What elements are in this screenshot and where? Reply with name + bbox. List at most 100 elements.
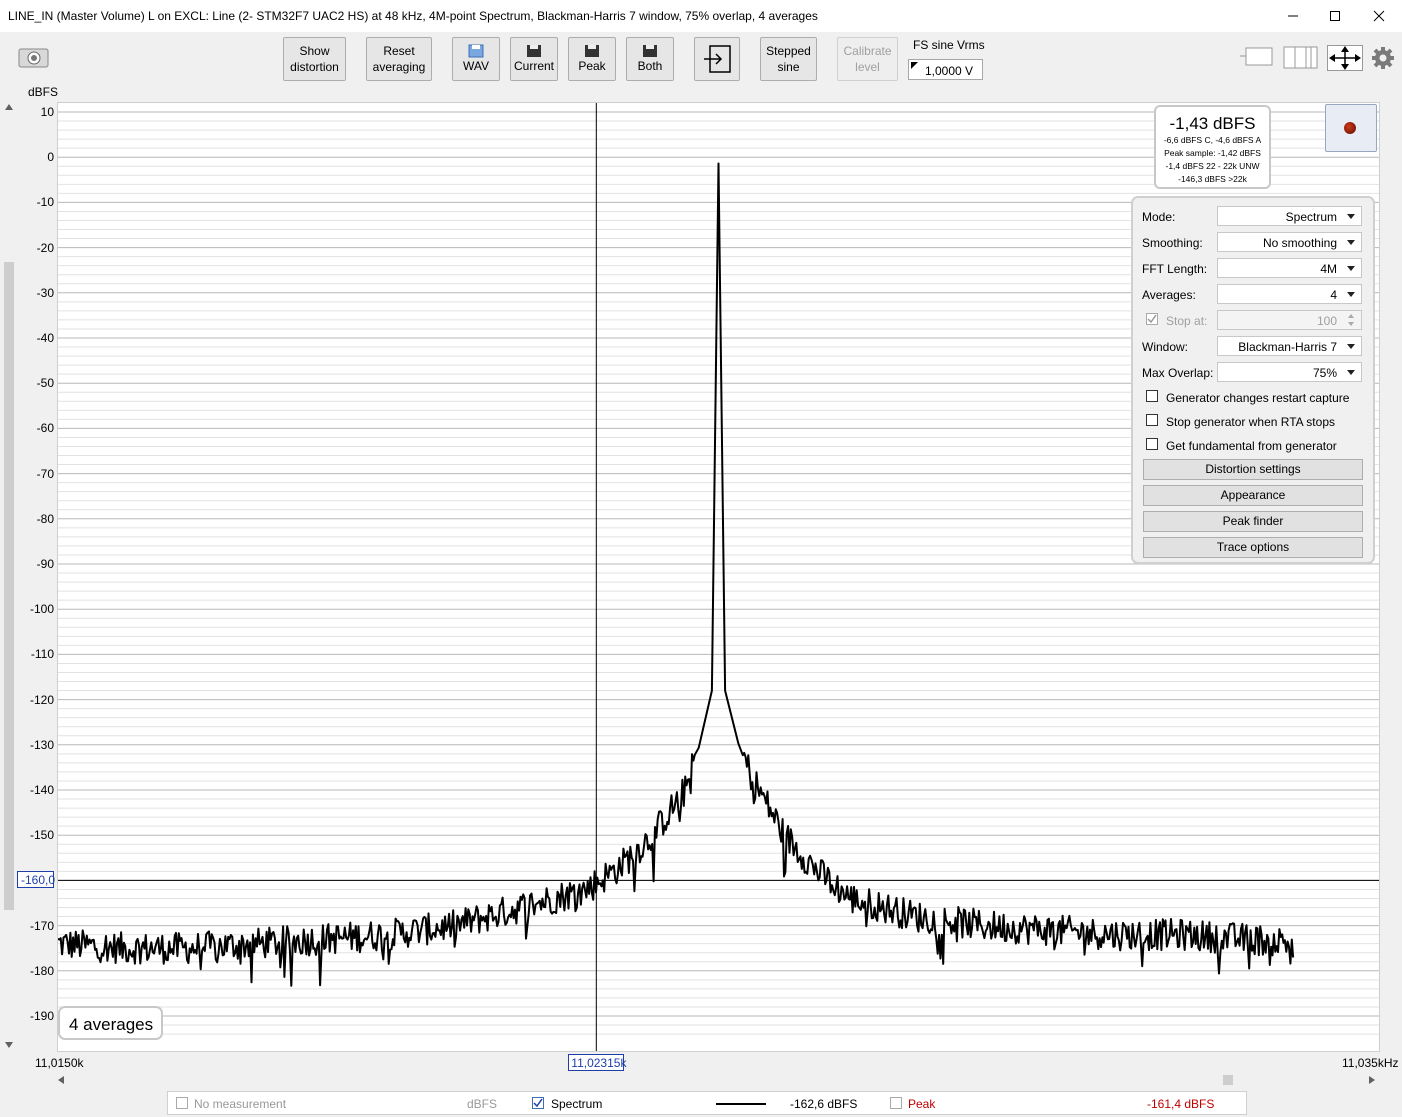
stop-at-label: Stop at: — [1166, 314, 1208, 328]
max-overlap-dropdown[interactable]: 75% — [1217, 362, 1362, 382]
fs-sine-input[interactable]: 1,0000 V — [908, 59, 983, 80]
corner-marker-icon — [911, 62, 918, 69]
stop-at-spinner[interactable]: 100 — [1217, 310, 1362, 330]
save-both-button[interactable]: Both — [626, 37, 674, 81]
scroll-down-arrow-icon[interactable] — [4, 1041, 14, 1049]
trace-options-button[interactable]: Trace options — [1143, 537, 1363, 558]
wav-label: WAV — [463, 59, 489, 73]
scroll-right-arrow-icon[interactable] — [1368, 1075, 1376, 1085]
maximize-button[interactable] — [1312, 0, 1358, 32]
save-peak-button[interactable]: Peak — [568, 37, 616, 81]
record-button[interactable] — [1325, 104, 1377, 152]
peak-checkbox[interactable] — [890, 1097, 902, 1109]
dropdown-arrow-icon — [1347, 344, 1355, 349]
floppy-icon — [585, 45, 599, 57]
get-fundamental-checkbox[interactable] — [1146, 438, 1158, 450]
layout-columns-button[interactable] — [1283, 46, 1319, 73]
checkmark-icon — [533, 1098, 543, 1108]
show-distortion-button[interactable]: Show distortion — [283, 37, 346, 81]
import-button[interactable] — [694, 37, 740, 81]
scroll-left-arrow-icon[interactable] — [57, 1075, 65, 1085]
y-tick-label: -10 — [36, 195, 54, 210]
calibrate-level-button[interactable]: Calibrate level — [837, 37, 898, 81]
y-tick-label: -170 — [29, 918, 54, 933]
rta-settings-panel: Mode: Spectrum Smoothing: No smoothing F… — [1131, 196, 1375, 564]
maximize-icon — [1330, 11, 1340, 21]
averages-value: 4 — [1330, 288, 1337, 302]
spectrum-line-swatch — [716, 1103, 766, 1105]
legend-bar: No measurement dBFS Spectrum -162,6 dBFS… — [167, 1091, 1247, 1115]
minimize-button[interactable] — [1270, 0, 1316, 32]
record-icon — [1344, 122, 1356, 134]
dropdown-arrow-icon — [1347, 370, 1355, 375]
both-label: Both — [637, 59, 663, 73]
fft-length-value: 4M — [1320, 262, 1337, 276]
vertical-scrollbar[interactable] — [4, 262, 14, 910]
readout-main: -1,43 dBFS — [1169, 114, 1256, 133]
spectrum-checkbox[interactable] — [532, 1097, 544, 1109]
mode-dropdown[interactable]: Spectrum — [1217, 206, 1362, 226]
distortion-settings-button[interactable]: Distortion settings — [1143, 459, 1363, 480]
appearance-button[interactable]: Appearance — [1143, 485, 1363, 506]
peak-finder-button[interactable]: Peak finder — [1143, 511, 1363, 532]
stop-at-checkbox[interactable] — [1146, 313, 1158, 325]
title-bar: LINE_IN (Master Volume) L on EXCL: Line … — [0, 0, 1402, 32]
minimize-icon — [1288, 15, 1298, 17]
cursor-y-value[interactable]: -160,0 — [17, 871, 55, 889]
fit-view-button[interactable] — [1327, 45, 1363, 74]
wav-button[interactable]: WAV — [452, 37, 500, 81]
window-title: LINE_IN (Master Volume) L on EXCL: Line … — [8, 9, 818, 23]
reset-averaging-label: Reset averaging — [372, 44, 426, 74]
floppy-icon — [527, 45, 541, 57]
close-icon — [1373, 10, 1385, 22]
x-axis-end-label: 11,035kHz — [1342, 1056, 1399, 1070]
fs-sine-label: FS sine Vrms — [913, 38, 985, 52]
columns-view-icon — [1283, 46, 1318, 69]
smoothing-dropdown[interactable]: No smoothing — [1217, 232, 1362, 252]
horizontal-scroll-thumb[interactable] — [1223, 1075, 1233, 1085]
mode-value: Spectrum — [1285, 210, 1337, 224]
peak-label: Peak — [578, 59, 606, 73]
checkmark-icon — [1147, 314, 1157, 324]
move-arrows-icon — [1327, 45, 1363, 71]
y-tick-label: -190 — [29, 1009, 54, 1023]
dropdown-arrow-icon — [1347, 266, 1355, 271]
no-measurement-checkbox[interactable] — [176, 1097, 188, 1109]
reset-averaging-button[interactable]: Reset averaging — [366, 37, 432, 81]
no-measurement-label: No measurement — [194, 1097, 287, 1111]
cursor-x-value[interactable]: 11,02315k — [568, 1054, 626, 1071]
readout-line-4: -146,3 dBFS >22k — [1178, 174, 1247, 184]
stepped-sine-button[interactable]: Stepped sine — [760, 37, 817, 81]
get-fundamental-label: Get fundamental from generator — [1166, 439, 1337, 453]
max-overlap-value: 75% — [1312, 366, 1337, 380]
wav-save-icon — [468, 44, 484, 58]
save-current-button[interactable]: Current — [510, 37, 558, 81]
smoothing-label: Smoothing: — [1142, 236, 1203, 250]
window-dropdown[interactable]: Blackman-Harris 7 — [1217, 336, 1362, 356]
mode-label: Mode: — [1142, 210, 1176, 224]
close-button[interactable] — [1356, 0, 1402, 32]
spectrum-value: -162,6 dBFS — [790, 1097, 858, 1111]
y-tick-label: -20 — [36, 240, 54, 255]
window-value: Blackman-Harris 7 — [1238, 340, 1337, 354]
layout-single-button[interactable] — [1240, 45, 1276, 72]
floppy-icon — [643, 45, 657, 57]
settings-button[interactable] — [1371, 46, 1395, 73]
gen-restart-checkbox[interactable] — [1146, 390, 1158, 402]
spinner-arrows-icon — [1348, 314, 1354, 326]
scroll-up-arrow-icon[interactable] — [4, 103, 14, 111]
dropdown-arrow-icon — [1347, 292, 1355, 297]
import-icon — [704, 45, 731, 73]
fft-length-label: FFT Length: — [1142, 262, 1208, 276]
stop-gen-label: Stop generator when RTA stops — [1166, 415, 1335, 429]
stepped-sine-label: Stepped sine — [766, 44, 811, 74]
dropdown-arrow-icon — [1347, 214, 1355, 219]
peak-label: Peak — [908, 1097, 936, 1111]
max-overlap-label: Max Overlap: — [1142, 366, 1214, 380]
averages-dropdown[interactable]: 4 — [1217, 284, 1362, 304]
peak-value: -161,4 dBFS — [1147, 1097, 1215, 1111]
gear-icon — [1372, 47, 1394, 69]
stop-gen-checkbox[interactable] — [1146, 414, 1158, 426]
fft-length-dropdown[interactable]: 4M — [1217, 258, 1362, 278]
dropdown-arrow-icon — [1347, 240, 1355, 245]
